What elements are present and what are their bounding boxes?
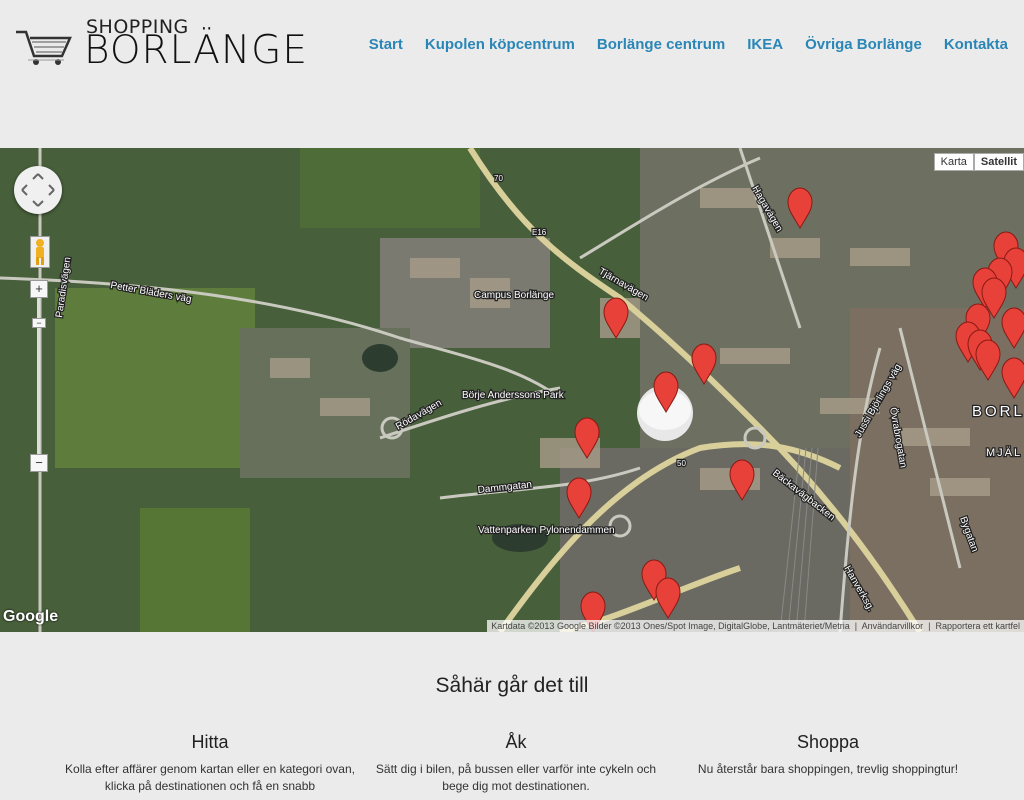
step-ak: Åk Sätt dig i bilen, på bussen eller var… (366, 732, 666, 795)
logo-borlange-text: BORLÄNGE (84, 28, 308, 73)
map-markers (566, 187, 1024, 632)
main-nav: Start Kupolen köpcentrum Borlänge centru… (347, 36, 1008, 53)
map-marker[interactable] (787, 187, 813, 229)
google-logo: Google (3, 608, 59, 625)
satellite-map[interactable]: Petter Bläders väg Paradisvägen Rödaväge… (0, 148, 1024, 632)
step-text: Nu återstår bara shoppingen, trevlig sho… (697, 762, 959, 776)
attribution-text: Kartdata ©2013 Google Bilder ©2013 Ones/… (491, 621, 850, 631)
site-logo[interactable]: SHOPPING BORLÄNGE (14, 14, 314, 74)
step-text: Kolla efter affärer genom kartan eller e… (65, 762, 355, 793)
map-pan-control[interactable] (14, 166, 62, 214)
step-shoppa: Shoppa Nu återstår bara shoppingen, trev… (678, 732, 978, 778)
terms-link[interactable]: Användarvillkor (862, 621, 924, 631)
nav-ovriga[interactable]: Övriga Borlänge (805, 36, 922, 53)
step-heading: Hitta (191, 732, 229, 752)
map-type-control: Karta Satellit (933, 153, 1024, 171)
map-marker[interactable] (729, 459, 755, 501)
map-type-karta[interactable]: Karta (933, 153, 974, 171)
report-link[interactable]: Rapportera ett kartfel (935, 621, 1020, 631)
pan-arrows-icon (21, 173, 55, 207)
map-marker[interactable] (574, 417, 600, 459)
section-title: Såhär går det till (435, 674, 589, 697)
map-marker[interactable] (566, 477, 592, 519)
shopping-cart-icon (16, 30, 72, 65)
nav-ikea[interactable]: IKEA (747, 36, 783, 53)
step-hitta: Hitta Kolla efter affärer genom kartan e… (60, 732, 360, 795)
map-attribution: Kartdata ©2013 Google Bilder ©2013 Ones/… (487, 620, 1024, 632)
step-text: Sätt dig i bilen, på bussen eller varför… (375, 762, 657, 793)
map-marker[interactable] (1001, 307, 1024, 349)
zoom-in-button[interactable]: + (30, 280, 48, 298)
map-marker[interactable] (1001, 357, 1024, 399)
nav-kontakta[interactable]: Kontakta (944, 36, 1008, 53)
zoom-out-button[interactable]: − (30, 454, 48, 472)
nav-borlange-centrum[interactable]: Borlänge centrum (597, 36, 725, 53)
map-marker[interactable] (691, 343, 717, 385)
map-marker[interactable] (653, 371, 679, 413)
map-marker[interactable] (603, 297, 629, 339)
step-heading: Åk (505, 732, 527, 752)
pegman-icon (36, 239, 44, 265)
zoom-slider-handle[interactable]: − (32, 318, 46, 328)
step-heading: Shoppa (796, 732, 860, 752)
map-marker[interactable] (975, 339, 1001, 381)
map-type-satellit[interactable]: Satellit (973, 153, 1024, 171)
nav-start[interactable]: Start (369, 36, 403, 53)
street-view-pegman[interactable] (30, 236, 50, 268)
nav-kupolen[interactable]: Kupolen köpcentrum (425, 36, 575, 53)
how-it-works: Såhär går det till Hitta Kolla efter aff… (0, 632, 1024, 800)
map-marker[interactable] (655, 577, 681, 619)
site-header: SHOPPING BORLÄNGE Start Kupolen köpcentr… (0, 0, 1024, 148)
